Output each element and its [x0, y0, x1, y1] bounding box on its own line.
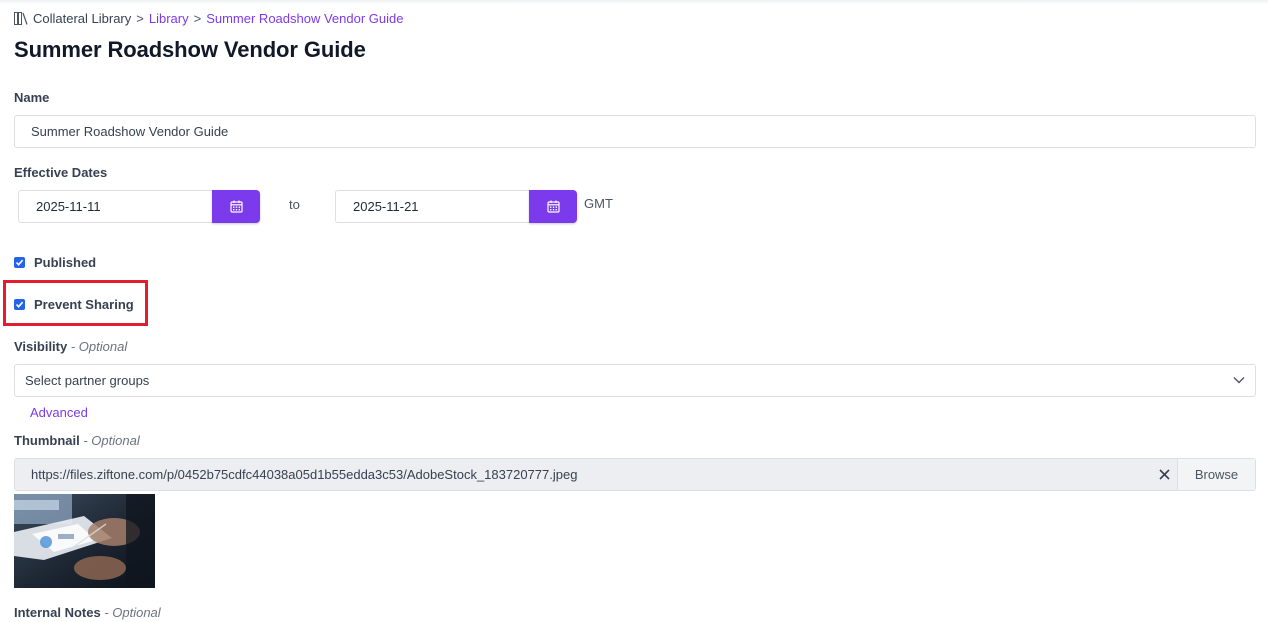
breadcrumb-library-link[interactable]: Library — [149, 11, 189, 26]
published-row: Published — [14, 255, 96, 270]
visibility-label-text: Visibility — [14, 339, 68, 354]
date-range-to-text: to — [289, 197, 300, 212]
visibility-label: Visibility - Optional — [14, 339, 127, 354]
thumbnail-preview-image — [14, 494, 155, 588]
internal-notes-label: Internal Notes - Optional — [14, 605, 161, 620]
start-date-group: 2025-11-11 — [18, 190, 260, 223]
breadcrumb-current-link[interactable]: Summer Roadshow Vendor Guide — [206, 11, 403, 26]
name-input[interactable]: Summer Roadshow Vendor Guide — [14, 115, 1256, 148]
thumbnail-label-text: Thumbnail — [14, 433, 80, 448]
thumbnail-label: Thumbnail - Optional — [14, 433, 140, 448]
end-date-picker-button[interactable] — [529, 190, 577, 223]
published-label: Published — [34, 255, 97, 270]
start-date-picker-button[interactable] — [212, 190, 260, 223]
start-date-input[interactable]: 2025-11-11 — [18, 190, 212, 223]
library-icon — [14, 11, 28, 25]
highlight-annotation-box — [3, 280, 148, 326]
name-label: Name — [14, 90, 50, 105]
breadcrumb-separator: > — [193, 10, 202, 26]
calendar-icon — [229, 200, 243, 213]
thumbnail-optional-text: - Optional — [83, 433, 140, 448]
chevron-down-icon — [1233, 377, 1245, 384]
thumbnail-url-input[interactable]: https://files.ziftone.com/p/0452b75cdfc4… — [15, 459, 1151, 490]
breadcrumb-root[interactable]: Collateral Library — [33, 11, 131, 26]
end-date-group: 2025-11-21 — [335, 190, 577, 223]
internal-notes-optional-text: - Optional — [104, 605, 161, 620]
close-icon — [1158, 469, 1170, 480]
calendar-icon — [546, 200, 560, 213]
top-shadow — [0, 0, 1268, 4]
check-icon — [15, 259, 24, 266]
breadcrumb: Collateral Library > Library > Summer Ro… — [14, 9, 403, 27]
advanced-link[interactable]: Advanced — [30, 405, 88, 420]
timezone-label: GMT — [584, 196, 613, 211]
page-title: Summer Roadshow Vendor Guide — [14, 37, 366, 62]
end-date-input[interactable]: 2025-11-21 — [335, 190, 529, 223]
visibility-optional-text: - Optional — [70, 339, 128, 354]
breadcrumb-separator: > — [136, 10, 144, 26]
clear-thumbnail-button[interactable] — [1151, 459, 1177, 490]
published-checkbox[interactable] — [14, 257, 25, 268]
internal-notes-label-text: Internal Notes — [14, 605, 101, 620]
partner-groups-select[interactable]: Select partner groups — [14, 364, 1256, 397]
browse-button[interactable]: Browse — [1177, 459, 1255, 490]
thumbnail-file-field: https://files.ziftone.com/p/0452b75cdfc4… — [14, 458, 1256, 491]
effective-dates-label: Effective Dates — [14, 165, 108, 180]
partner-groups-placeholder: Select partner groups — [25, 373, 150, 388]
